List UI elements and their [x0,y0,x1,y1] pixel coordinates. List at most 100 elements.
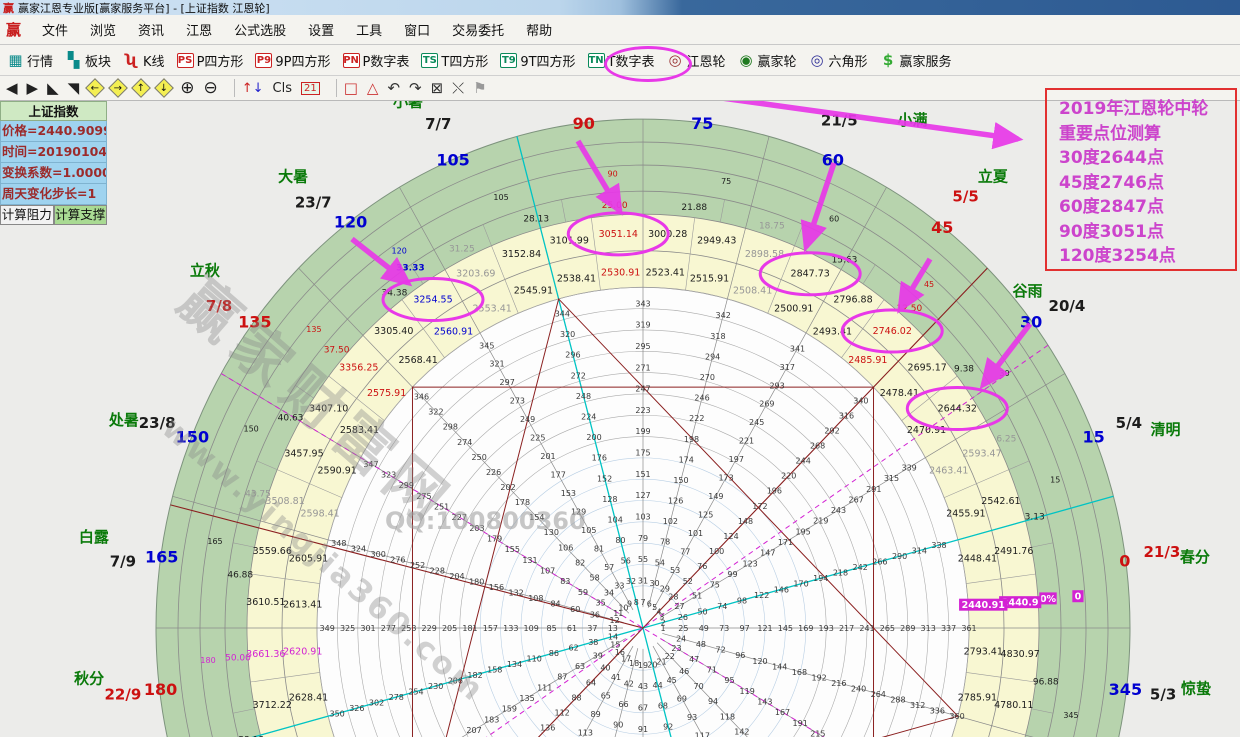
toolbar-button-dollar[interactable]: $赢家服务 [877,50,955,71]
spiral-number: 271 [635,363,650,372]
spiral-number: 53 [670,566,680,575]
menu-item-8[interactable]: 窗口 [393,15,441,44]
toolbar-button-label: 赢家轮 [758,51,797,70]
spiral-number: 62 [569,643,579,652]
rim-date-label: 20/4 [1049,297,1086,315]
toolbar-button-candles[interactable]: ʯK线 [120,50,168,71]
spiral-number: 149 [708,492,723,501]
nav-right-icon[interactable]: ▶ [27,78,39,98]
spiral-number: 88 [571,693,581,702]
spiral-number: 228 [430,566,445,575]
spiral-number: 45 [667,676,677,685]
menu-item-10[interactable]: 帮助 [515,15,563,44]
zoom-out-icon[interactable]: ⊖ [203,78,217,98]
annotation-line-7: 120度3254点 [1059,244,1235,269]
spiral-number: 296 [565,351,580,360]
selected-value-label: 2440.91 [962,600,1005,611]
spiral-number: 159 [502,705,517,714]
triangle-tool-icon[interactable]: △ [367,78,379,98]
spiral-number: 318 [710,332,725,341]
price-outer-label: 3051.14 [599,229,638,240]
spiral-number: 77 [680,547,690,556]
spiral-number: 240 [851,684,866,693]
pan-up-icon[interactable]: ↑ [134,78,148,98]
rotate-cw-icon[interactable]: ↷ [409,78,422,98]
spiral-number: 157 [483,624,498,633]
nav-left-icon[interactable]: ◀ [6,78,18,98]
spiral-number: 8 [634,598,639,607]
info-row-2: 时间=20190104 [0,142,107,163]
rim-date-label: 7/9 [110,552,136,570]
price-outer-label: 3610.51 [246,597,285,608]
toolbar-button-pn[interactable]: PNP数字表 [340,50,413,71]
pan-right-icon[interactable]: → [111,78,125,98]
collapse-icon[interactable]: ⤬ [452,78,464,98]
degree-ring-label: 180 [200,656,215,665]
spiral-number: 76 [697,562,707,571]
spiral-number: 204 [449,572,464,581]
calc-support-button[interactable]: 计算支撑 [54,205,108,225]
price-inner-label: 2485.91 [848,355,887,366]
rim-angle-label: 15 [1082,428,1104,447]
spiral-number: 350 [329,710,344,719]
toolbar-button-winner-wheel[interactable]: ◉赢家轮 [735,50,800,71]
spiral-number: 108 [528,594,543,603]
spiral-number: 346 [414,393,429,402]
spiral-number: 225 [530,434,545,443]
spiral-number: 264 [871,690,886,699]
spiral-number: 293 [769,381,784,390]
rim-angle-label: 75 [691,114,713,133]
toolbar-button-label: 行情 [27,51,53,70]
toolbar-button-table[interactable]: ▦行情 [4,50,56,71]
rotate-ccw-icon[interactable]: ↶ [387,78,400,98]
toolbar-button-tn[interactable]: TNT数字表 [585,50,658,71]
info-row-4: 周天变化步长=1 [0,184,107,205]
toolbar-button-ps[interactable]: PSP四方形 [174,50,247,71]
spiral-number: 23 [671,644,681,653]
toolbar-button-ts[interactable]: TST四方形 [418,50,491,71]
percent-ring-label: 18.75 [759,222,785,232]
spiral-number: 54 [655,558,665,567]
spiral-number: 58 [590,573,600,582]
nav-up-icon[interactable]: ◣ [47,78,59,98]
spiral-number: 176 [592,454,607,463]
spiral-number: 274 [457,438,472,447]
nav-down-icon[interactable]: ◥ [68,78,80,98]
menu-item-6[interactable]: 设置 [297,15,345,44]
menu-item-5[interactable]: 公式选股 [223,15,297,44]
menu-item-3[interactable]: 资讯 [127,15,175,44]
spiral-number: 112 [555,708,570,717]
menu-item-9[interactable]: 交易委托 [441,15,515,44]
spiral-number: 345 [479,341,494,350]
menu-item-4[interactable]: 江恩 [175,15,223,44]
toolbar-button-p9[interactable]: P99P四方形 [252,50,333,71]
box-x-icon[interactable]: ⊠ [431,78,444,98]
cls-button[interactable]: Cls [273,78,292,98]
pan-down-icon[interactable]: ↓ [157,78,171,98]
flag-icon[interactable]: ⚑ [473,78,486,98]
spiral-number: 7 [640,598,645,607]
menu-logo-icon: 赢 [6,19,21,40]
calendar-icon[interactable]: 21 [301,78,320,98]
menu-item-7[interactable]: 工具 [345,15,393,44]
pan-left-icon[interactable]: ← [88,78,102,98]
spiral-number: 167 [775,708,790,717]
spiral-number: 118 [720,712,735,721]
toolbar-button-t9[interactable]: T99T四方形 [497,50,578,71]
spiral-number: 72 [716,646,726,655]
spiral-number: 75 [710,581,720,590]
square-tool-icon[interactable]: □ [344,78,358,98]
updown-arrows-icon[interactable]: ↑↓ [242,78,264,98]
spiral-number: 30 [649,579,659,588]
menu-item-2[interactable]: 浏览 [79,15,127,44]
spiral-number: 248 [576,392,591,401]
spiral-number: 181 [462,624,477,633]
menu-item-1[interactable]: 文件 [31,15,79,44]
toolbar-button-blocks[interactable]: ▚板块 [62,50,114,71]
spiral-number: 221 [739,437,754,446]
zoom-in-icon[interactable]: ⊕ [180,78,194,98]
degree-ring-label: 345 [1063,711,1078,720]
calc-resistance-button[interactable]: 计算阻力 [0,205,54,225]
toolbar-button-gann-wheel[interactable]: ◎江恩轮 [664,50,729,71]
toolbar-button-hexagon[interactable]: ◎六角形 [806,50,871,71]
